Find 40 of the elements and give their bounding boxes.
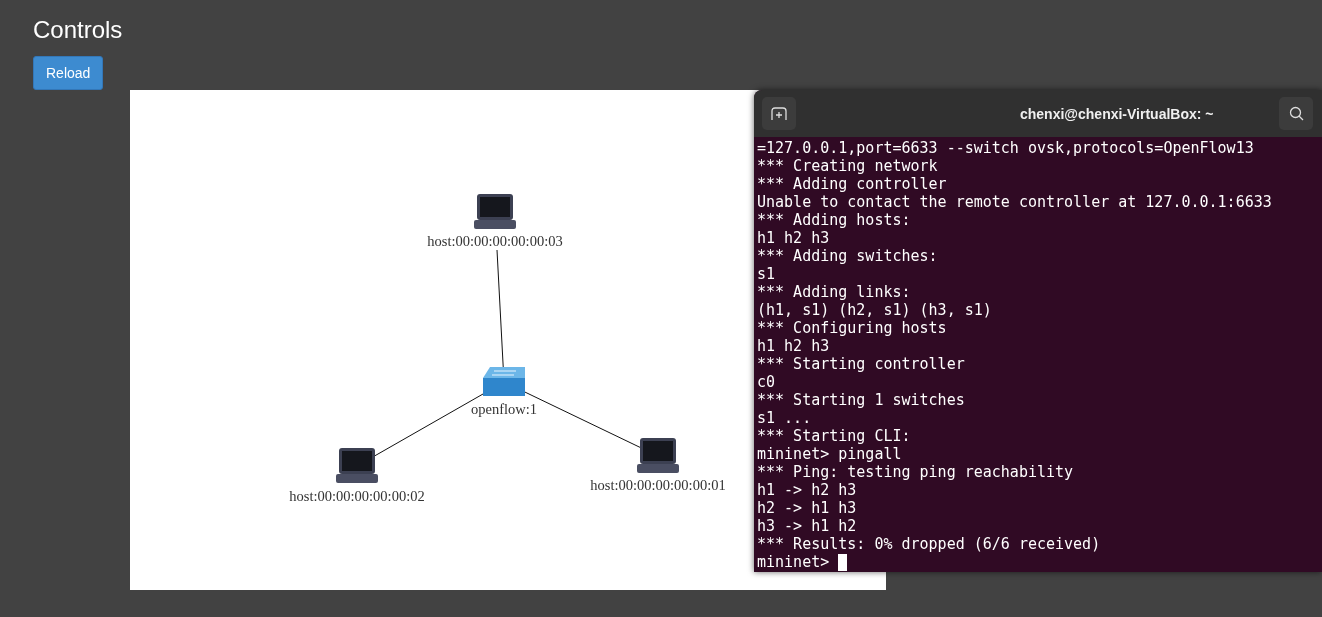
terminal-line: *** Configuring hosts: [757, 319, 948, 337]
terminal-line: mininet> pingall: [757, 445, 903, 463]
laptop-icon[interactable]: [336, 448, 378, 483]
terminal-prompt: mininet>: [757, 553, 830, 571]
terminal-line: *** Starting CLI:: [757, 427, 912, 445]
terminal-line: *** Adding links:: [757, 283, 912, 301]
terminal-line: h1 h2 h3: [757, 229, 831, 247]
terminal-line: c0: [757, 373, 777, 391]
new-tab-icon: [771, 106, 787, 121]
laptop-icon[interactable]: [474, 194, 516, 229]
window-title: chenxi@chenxi-VirtualBox: ~: [1020, 105, 1214, 124]
node-label: host:00:00:00:00:00:01: [590, 477, 726, 493]
terminal-line: s1 ...: [757, 409, 813, 427]
node-label: host:00:00:00:00:00:02: [289, 488, 425, 504]
node-label: host:00:00:00:00:00:03: [427, 233, 563, 249]
page-heading: Controls: [33, 16, 124, 44]
reload-button[interactable]: Reload: [33, 56, 104, 90]
laptop-icon[interactable]: [637, 438, 679, 473]
terminal-line: *** Starting controller: [757, 355, 966, 373]
terminal-line: h2 -> h1 h3: [757, 499, 858, 517]
terminal-line: =127.0.0.1,port=6633 --switch ovsk,protocols=OpenFlow13: [757, 139, 1255, 157]
terminal-line: *** Results: 0% dropped (6/6 received): [757, 535, 1102, 553]
terminal-line: *** Adding switches:: [757, 247, 939, 265]
search-icon: [1288, 106, 1304, 121]
terminal-line: *** Ping: testing ping reachability: [757, 463, 1075, 481]
text-cursor: [838, 553, 848, 571]
terminal-line: Unable to contact the remote controller at 127.0.0.1:6633: [757, 193, 1273, 211]
terminal-line: *** Adding hosts:: [757, 211, 912, 229]
terminal-line: h1 h2 h3: [757, 337, 831, 355]
terminal-line: *** Starting 1 switches: [757, 391, 966, 409]
terminal-line: s1: [757, 265, 777, 283]
new-tab-button[interactable]: [762, 97, 796, 130]
terminal-line: h3 -> h1 h2: [757, 517, 858, 535]
terminal-line: *** Creating network: [757, 157, 939, 175]
terminal-line: h1 -> h2 h3: [757, 481, 858, 499]
switch-icon[interactable]: [483, 367, 525, 396]
terminal-line: (h1, s1) (h2, s1) (h3, s1): [757, 301, 993, 319]
node-label: openflow:1: [471, 401, 537, 417]
search-button[interactable]: [1279, 97, 1313, 130]
terminal-line: *** Adding controller: [757, 175, 948, 193]
